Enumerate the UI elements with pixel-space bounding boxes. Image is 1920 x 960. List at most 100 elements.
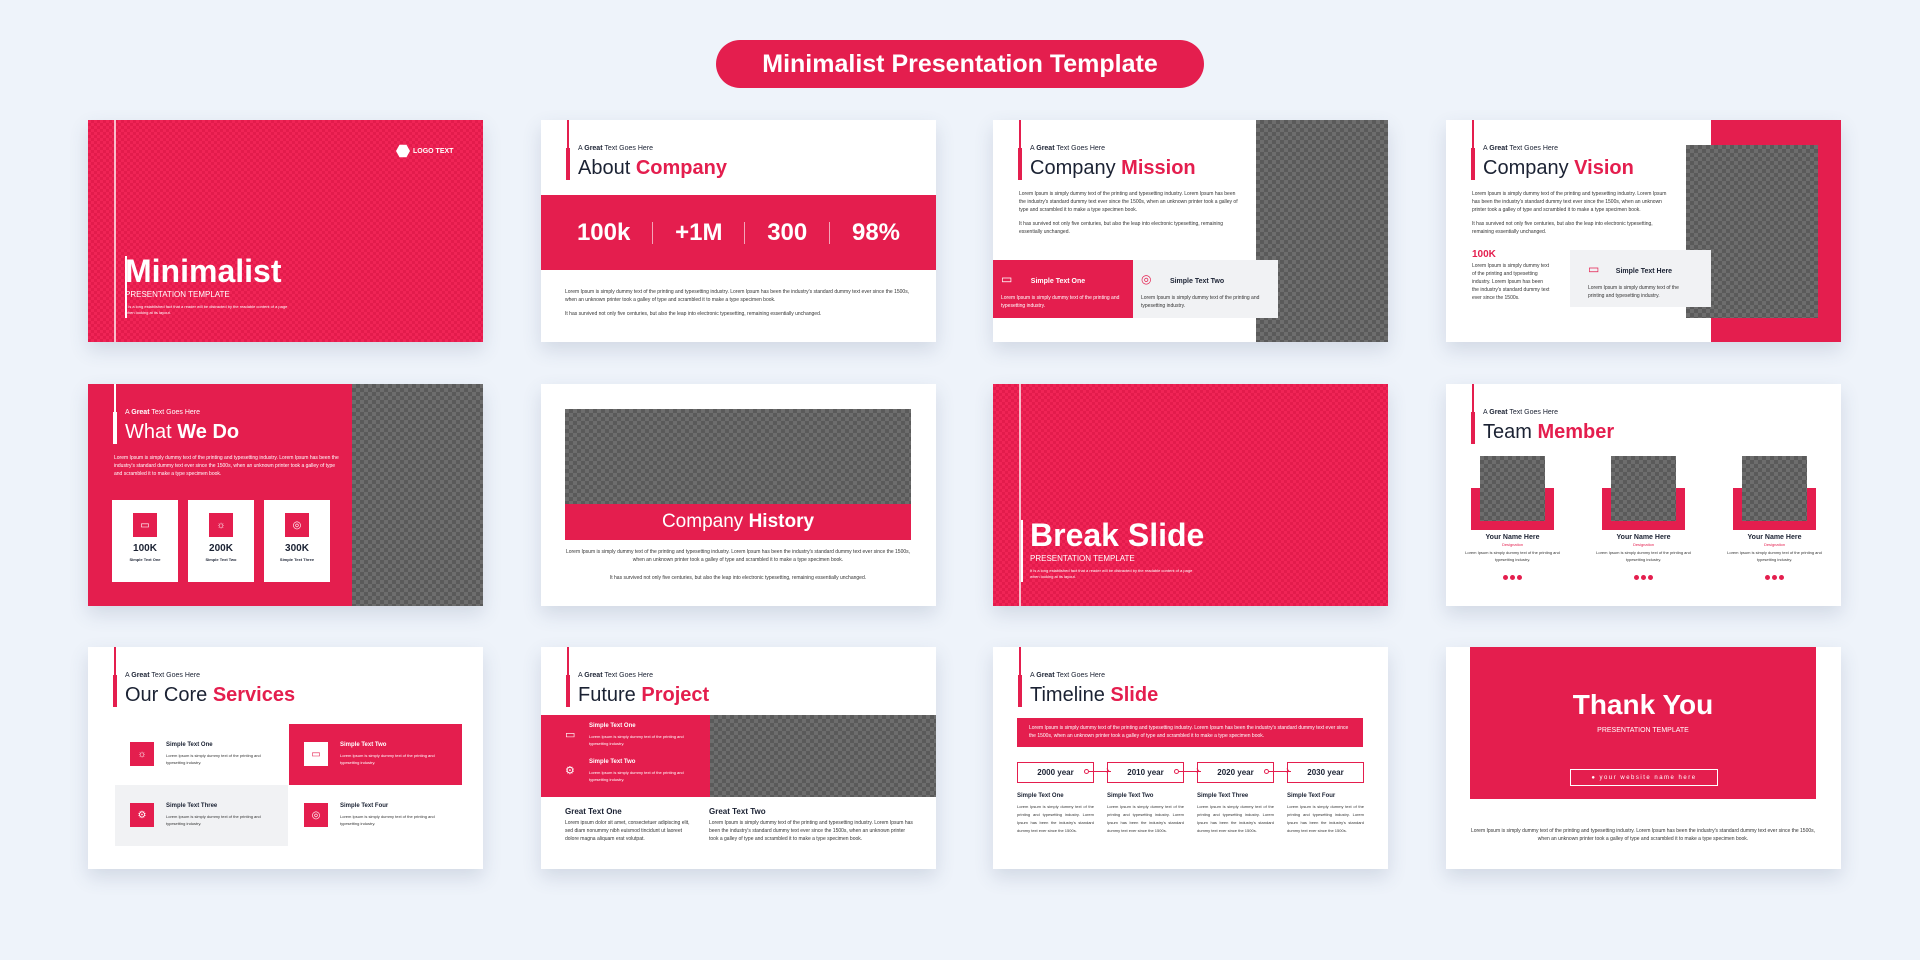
card-simple-text-here[interactable]: ▭ Simple Text Here Lorem Ipsum is simply… bbox=[1570, 250, 1711, 307]
gears-icon: ⚙ bbox=[565, 765, 575, 777]
body-text: It has survived not only five centuries,… bbox=[1472, 221, 1653, 235]
timeline-item-desc: Lorem Ipsum is simply dummy text of the … bbox=[1197, 804, 1274, 833]
body-text: Lorem Ipsum is simply dummy text of the … bbox=[565, 549, 911, 563]
slide-what-we-do[interactable]: A Great Text Goes Here What We Do Lorem … bbox=[88, 384, 483, 606]
social-icons[interactable] bbox=[1592, 567, 1695, 585]
history-title-band: Company History bbox=[565, 504, 911, 540]
slide-timeline[interactable]: A Great Text Goes Here Timeline Slide Lo… bbox=[993, 647, 1388, 869]
target-icon: ◎ bbox=[1141, 272, 1152, 286]
stat-value: 100k bbox=[576, 218, 631, 246]
social-icon[interactable] bbox=[1641, 575, 1646, 580]
member-photo[interactable] bbox=[1611, 456, 1676, 521]
globe-icon: ● bbox=[1591, 774, 1597, 781]
year-box[interactable]: 2030 year bbox=[1287, 762, 1364, 783]
social-icon[interactable] bbox=[1765, 575, 1770, 580]
slide-title: Our Core Services bbox=[125, 684, 296, 706]
kicker: A Great Text Goes Here bbox=[1030, 672, 1106, 679]
body-text: Lorem Ipsum is simply dummy text of the … bbox=[1019, 191, 1238, 213]
timeline-item-desc: Lorem Ipsum is simply dummy text of the … bbox=[1107, 804, 1184, 833]
accent-line bbox=[1018, 120, 1022, 180]
member-photo[interactable] bbox=[1480, 456, 1545, 521]
slide-about-company[interactable]: A Great Text Goes Here About Company 100… bbox=[541, 120, 936, 342]
chart-monitor-icon: ▭ bbox=[565, 729, 576, 741]
lightbulb-icon: ☼ bbox=[130, 742, 154, 766]
slide-company-history[interactable]: Company History Lorem Ipsum is simply du… bbox=[541, 384, 936, 606]
stat-card[interactable]: ☼ 200K Simple Text Two bbox=[188, 500, 254, 582]
slide-cover[interactable]: LOGO TEXT Minimalist PRESENTATION TEMPLA… bbox=[88, 120, 483, 342]
social-icon[interactable] bbox=[1517, 575, 1522, 580]
card-simple-text-one[interactable]: ▭ Simple Text One Lorem Ipsum is simply … bbox=[993, 260, 1133, 318]
social-icon[interactable] bbox=[1503, 575, 1508, 580]
stat-label: Simple Text Three bbox=[279, 557, 315, 562]
image-placeholder[interactable] bbox=[565, 409, 911, 504]
service-title: Simple Text Four bbox=[340, 803, 389, 809]
gears-icon: ⚙ bbox=[130, 803, 154, 827]
stats-band: 100k +1M 300 98% bbox=[541, 195, 936, 270]
slide-title: Company Vision bbox=[1483, 157, 1634, 179]
col-text: Lorem ipsum dolor sit amet, consectetuer… bbox=[565, 820, 690, 842]
timeline-item-title: Simple Text Three bbox=[1197, 793, 1249, 799]
slide-title: Future Project bbox=[578, 684, 710, 706]
year-box[interactable]: 2020 year bbox=[1197, 762, 1274, 783]
social-icon[interactable] bbox=[1772, 575, 1777, 580]
slide-title: What We Do bbox=[125, 421, 240, 443]
slide-title: Company Mission bbox=[1030, 157, 1196, 179]
kicker: A Great Text Goes Here bbox=[1030, 145, 1106, 152]
kicker: A Great Text Goes Here bbox=[578, 672, 654, 679]
service-item[interactable]: ◎ Simple Text Four Lorem Ipsum is simply d… bbox=[289, 785, 462, 846]
target-icon: ◎ bbox=[304, 803, 328, 827]
stat-card[interactable]: ▭ 100K Simple Text One bbox=[112, 500, 178, 582]
accent-line bbox=[1471, 120, 1475, 180]
service-title: Simple Text Two bbox=[340, 742, 387, 748]
social-icon[interactable] bbox=[1779, 575, 1784, 580]
social-icon[interactable] bbox=[1634, 575, 1639, 580]
stat-value: 98% bbox=[851, 218, 901, 246]
year-box[interactable]: 2010 year bbox=[1107, 762, 1184, 783]
slide-thank-you[interactable]: Thank You PRESENTATION TEMPLATE ● your we… bbox=[1446, 647, 1841, 869]
stat-card[interactable]: ◎ 300K Simple Text Three bbox=[264, 500, 330, 582]
year-box[interactable]: 2000 year bbox=[1017, 762, 1094, 783]
break-desc: It is a long established fact that a rea… bbox=[1030, 568, 1193, 579]
website-link[interactable]: ● your website name here bbox=[1570, 769, 1718, 786]
stat-value: 100K bbox=[1472, 249, 1496, 260]
slide-team-member[interactable]: A Great Text Goes Here Team Member Your … bbox=[1446, 384, 1841, 606]
thanks-subtitle: PRESENTATION TEMPLATE bbox=[1597, 727, 1689, 734]
image-placeholder[interactable] bbox=[710, 715, 936, 797]
member-name: Your Name Here bbox=[1747, 534, 1802, 541]
member-info: Your Name Here Designation Lorem Ipsum is … bbox=[1461, 534, 1564, 585]
slide-company-vision[interactable]: A Great Text Goes Here Company Vision Lo… bbox=[1446, 120, 1841, 342]
slide-break[interactable]: Break Slide PRESENTATION TEMPLATE It is … bbox=[993, 384, 1388, 606]
feature-desc: Lorem Ipsum is simply dummy text of the … bbox=[589, 770, 684, 782]
body-text: Lorem Ipsum is simply dummy text of the … bbox=[1472, 191, 1667, 213]
accent-line bbox=[1018, 647, 1022, 707]
image-placeholder[interactable] bbox=[352, 384, 483, 606]
slide-future-project[interactable]: A Great Text Goes Here Future Project ▭ S… bbox=[541, 647, 936, 869]
service-desc: Lorem Ipsum is simply dummy text of the … bbox=[166, 814, 261, 826]
timeline-item-desc: Lorem Ipsum is simply dummy text of the … bbox=[1287, 804, 1364, 833]
social-icons[interactable] bbox=[1723, 567, 1826, 585]
logo: LOGO TEXT bbox=[396, 144, 453, 158]
slide-title: Timeline Slide bbox=[1030, 684, 1159, 706]
social-icon[interactable] bbox=[1648, 575, 1653, 580]
slide-core-services[interactable]: A Great Text Goes Here Our Core Services… bbox=[88, 647, 483, 869]
card-simple-text-two[interactable]: ◎ Simple Text Two Lorem Ipsum is simply … bbox=[1133, 260, 1278, 318]
social-icon[interactable] bbox=[1510, 575, 1515, 580]
member-info: Your Name Here Designation Lorem Ipsum is … bbox=[1723, 534, 1826, 585]
banner-text: Lorem Ipsum is simply dummy text of the … bbox=[1029, 725, 1349, 739]
stat-value: 200K bbox=[209, 543, 233, 554]
stat-label: Simple Text Two bbox=[205, 557, 237, 562]
stat-desc: Lorem Ipsum is simply dummy text of the … bbox=[1472, 263, 1550, 301]
member-photo[interactable] bbox=[1742, 456, 1807, 521]
kicker: A Great Text Goes Here bbox=[125, 672, 201, 679]
service-item[interactable]: ▭ Simple Text Two Lorem Ipsum is simply du… bbox=[289, 724, 462, 785]
slide-company-mission[interactable]: A Great Text Goes Here Company Mission L… bbox=[993, 120, 1388, 342]
service-item[interactable]: ⚙ Simple Text Three Lorem Ipsum is simply … bbox=[115, 785, 288, 846]
accent-line bbox=[113, 647, 117, 707]
feature-title: Simple Text One bbox=[589, 723, 636, 729]
body-text: It has survived not only five centuries,… bbox=[609, 575, 867, 581]
social-icons[interactable] bbox=[1461, 567, 1564, 585]
timeline-banner: Lorem Ipsum is simply dummy text of the … bbox=[1017, 718, 1363, 747]
service-item[interactable]: ☼ Simple Text One Lorem Ipsum is simply du… bbox=[115, 724, 288, 785]
body-text: Lorem Ipsum is simply dummy text of the … bbox=[114, 455, 339, 477]
timeline-item-title: Simple Text One bbox=[1017, 793, 1064, 799]
